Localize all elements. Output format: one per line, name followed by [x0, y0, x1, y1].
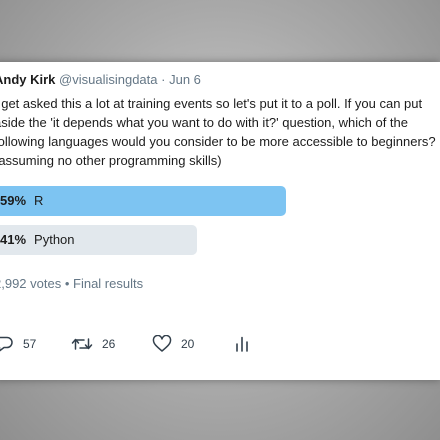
poll-option-r: 59% R — [0, 186, 286, 216]
retweet-count: 26 — [102, 337, 116, 351]
tweet-actions: 57 26 20 — [0, 332, 294, 356]
tweet-header: Andy Kirk @visualisingdata · Jun 6 — [0, 72, 201, 87]
poll-option-python-text: 41% Python — [0, 232, 75, 247]
poll-label-r: R — [34, 193, 44, 208]
poll-meta: 2,992 votes • Final results — [0, 276, 143, 291]
tweet-text: I get asked this a lot at training event… — [0, 96, 436, 168]
poll-percent-r: 59% — [0, 193, 27, 208]
poll-percent-python: 41% — [0, 232, 27, 247]
like-icon — [152, 335, 172, 353]
reply-count: 57 — [23, 337, 37, 351]
author-name[interactable]: Andy Kirk — [0, 72, 55, 87]
analytics-button[interactable] — [234, 332, 250, 356]
tweet-card: Andy Kirk @visualisingdata · Jun 6 I get… — [0, 62, 440, 380]
poll-option-python: 41% Python — [0, 225, 286, 255]
reply-icon — [0, 335, 14, 353]
retweet-icon — [71, 335, 93, 353]
reply-button[interactable]: 57 — [0, 332, 36, 356]
retweet-button[interactable]: 26 — [71, 332, 115, 356]
like-count: 20 — [181, 337, 195, 351]
like-button[interactable]: 20 — [152, 332, 194, 356]
poll-votes: 2,992 votes — [0, 276, 62, 291]
poll-status: Final results — [73, 276, 144, 291]
tweet-date[interactable]: Jun 6 — [169, 72, 201, 87]
analytics-icon — [234, 335, 250, 353]
author-handle[interactable]: @visualisingdata — [59, 72, 157, 87]
poll-option-r-text: 59% R — [0, 193, 43, 208]
poll-meta-separator: • — [64, 276, 74, 291]
poll-label-python: Python — [34, 232, 75, 247]
header-separator: · — [161, 72, 166, 87]
